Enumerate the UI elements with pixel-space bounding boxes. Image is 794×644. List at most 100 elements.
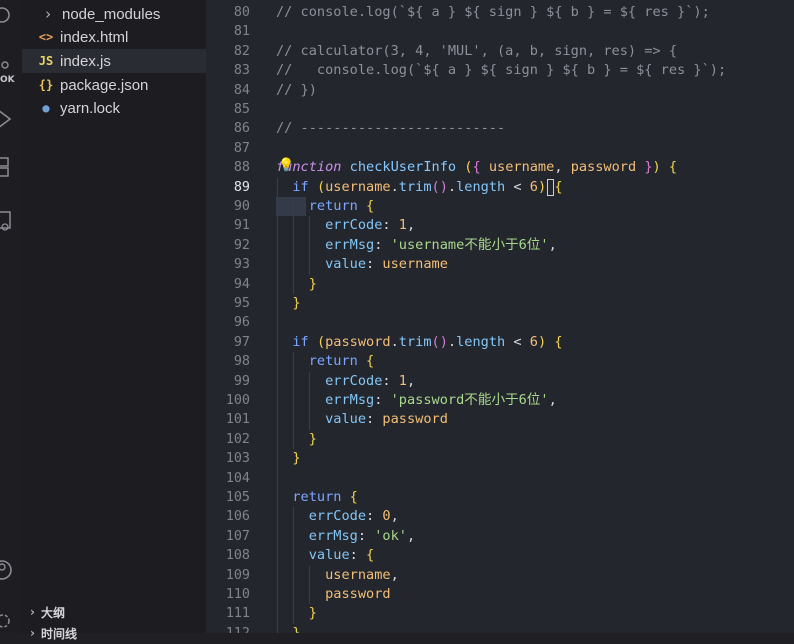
outline-section-header[interactable]: › 大纲 xyxy=(22,601,206,623)
code-text: value: { xyxy=(308,547,375,564)
yarn-icon: ● xyxy=(42,101,50,115)
code-line[interactable]: 86 // ------------------------- xyxy=(206,119,794,138)
code-line[interactable]: 99 errCode: 1, xyxy=(206,372,794,391)
code-line[interactable]: 107 errMsg: 'ok', xyxy=(206,527,794,546)
line-number: 107 xyxy=(225,528,250,544)
timeline-label: 时间线 xyxy=(40,626,77,641)
code-text: } xyxy=(292,624,301,633)
activity-bar: OK xyxy=(0,0,22,633)
chevron-right-icon: › xyxy=(43,5,53,23)
account-icon[interactable] xyxy=(0,556,22,582)
code-line[interactable]: 106 errCode: 0, xyxy=(206,507,794,526)
code-text: // console.log(`${ a } ${ sign } ${ b } … xyxy=(276,62,727,79)
code-line[interactable]: 97 if (password.trim().length < 6) { xyxy=(206,333,794,352)
code-line[interactable]: 90 return { xyxy=(206,197,794,216)
code-line[interactable]: 94 } xyxy=(206,275,794,294)
line-number: 94 xyxy=(233,276,250,292)
source-control-icon[interactable]: OK xyxy=(0,60,22,86)
code-text: function checkUserInfo ({ username, pass… xyxy=(276,159,678,176)
line-number: 80 xyxy=(233,5,250,20)
code-line[interactable]: 109 username, xyxy=(206,566,794,585)
code-line[interactable]: 111 } xyxy=(206,604,794,623)
file-item-index-js[interactable]: JS index.js xyxy=(22,49,206,73)
code-text: // }) xyxy=(276,81,317,98)
code-line[interactable]: 103 } xyxy=(206,449,794,468)
line-number: 95 xyxy=(233,296,250,311)
file-item-package-json[interactable]: {} package.json xyxy=(22,73,206,97)
file-name: index.html xyxy=(60,28,129,46)
lightbulb-icon[interactable]: 💡 xyxy=(278,158,294,173)
remote-explorer-icon[interactable] xyxy=(0,208,22,234)
code-text: errMsg: 'password不能小于6位', xyxy=(325,392,557,408)
code-text: } xyxy=(308,430,317,447)
code-line[interactable]: 92 errMsg: 'username不能小于6位', xyxy=(206,236,794,255)
code-line[interactable]: 96 xyxy=(206,313,794,332)
line-number: 110 xyxy=(225,587,250,602)
code-text: value: username xyxy=(325,256,448,273)
code-line[interactable]: 101 value: password xyxy=(206,410,794,429)
code-line[interactable]: 102 } xyxy=(206,430,794,449)
code-text: return { xyxy=(308,198,375,214)
code-line[interactable]: 98 return { xyxy=(206,352,794,371)
code-text: errMsg: 'username不能小于6位', xyxy=(325,236,557,253)
code-line[interactable]: 81 xyxy=(206,22,794,41)
line-number: 103 xyxy=(225,451,250,467)
code-line[interactable]: 95 } xyxy=(206,294,794,313)
code-line[interactable]: 112 } xyxy=(206,624,794,633)
line-number: 98 xyxy=(233,354,250,370)
code-text: } xyxy=(308,275,317,292)
settings-gear-icon[interactable] xyxy=(0,607,22,633)
code-text: // calculator(3, 4, 'MUL', (a, b, sign, … xyxy=(276,42,678,59)
chevron-right-icon: › xyxy=(30,605,35,619)
svg-text:OK: OK xyxy=(0,75,16,85)
line-number: 86 xyxy=(233,121,250,137)
line-number: 92 xyxy=(233,237,250,253)
code-line[interactable]: 100 errMsg: 'password不能小于6位', xyxy=(206,391,794,410)
code-line[interactable]: 104 xyxy=(206,469,794,488)
code-text: if (username.trim().length < 6) { xyxy=(292,178,563,195)
code-line[interactable]: 83 // console.log(`${ a } ${ sign } ${ b … xyxy=(206,61,794,80)
line-number: 111 xyxy=(225,606,250,622)
file-item-index-html[interactable]: <> index.html xyxy=(22,25,206,49)
code-line[interactable]: 110 password xyxy=(206,585,794,604)
code-line[interactable]: 82 // calculator(3, 4, 'MUL', (a, b, sign… xyxy=(206,42,794,61)
line-number: 104 xyxy=(225,470,250,486)
code-text: } xyxy=(308,605,317,622)
code-line[interactable]: 85 xyxy=(206,100,794,119)
html-icon: <> xyxy=(38,30,54,44)
file-name: package.json xyxy=(60,76,149,94)
code-line[interactable]: 105 return { xyxy=(206,488,794,507)
extensions-icon[interactable] xyxy=(0,154,22,180)
json-icon: {} xyxy=(38,78,54,92)
line-number: 99 xyxy=(233,373,250,389)
code-line[interactable]: 108 value: { xyxy=(206,546,794,565)
code-line[interactable]: 89 if (username.trim().length < 6) { xyxy=(206,178,794,197)
file-name: node_modules xyxy=(62,5,161,23)
file-item-node-modules[interactable]: › node_modules xyxy=(22,2,206,26)
line-number: 108 xyxy=(225,548,250,564)
run-debug-icon[interactable] xyxy=(0,106,22,132)
code-editor[interactable]: 80 // console.log(`${ a } ${ sign } ${ b … xyxy=(206,0,794,633)
code-line[interactable]: 84 // }) xyxy=(206,81,794,100)
line-number: 96 xyxy=(233,315,250,331)
explorer-sidebar: › node_modules <> index.html JS index.js {} pac… xyxy=(22,0,206,641)
line-number: 82 xyxy=(233,43,250,59)
line-number: 85 xyxy=(233,102,250,117)
search-icon[interactable] xyxy=(0,4,22,30)
timeline-section-header[interactable]: › 时间线 xyxy=(22,622,206,644)
code-line[interactable]: 91 errCode: 1, xyxy=(206,216,794,235)
code-line[interactable]: 88 function checkUserInfo ({ username, pa… xyxy=(206,158,794,177)
code-text: // console.log(`${ a } ${ sign } ${ b } … xyxy=(276,4,710,20)
line-number: 81 xyxy=(233,24,250,40)
line-number: 101 xyxy=(225,412,250,428)
code-text: password xyxy=(325,586,391,602)
outline-label: 大纲 xyxy=(40,605,65,620)
line-number: 97 xyxy=(233,334,250,350)
code-text: return { xyxy=(308,353,375,370)
code-text: if (password.trim().length < 6) { xyxy=(292,333,563,350)
code-text: } xyxy=(292,295,301,311)
code-line[interactable]: 87 xyxy=(206,139,794,158)
code-line[interactable]: 80 // console.log(`${ a } ${ sign } ${ b … xyxy=(206,3,794,22)
file-item-yarn-lock[interactable]: ● yarn.lock xyxy=(22,96,206,120)
code-line[interactable]: 93 value: username xyxy=(206,255,794,274)
